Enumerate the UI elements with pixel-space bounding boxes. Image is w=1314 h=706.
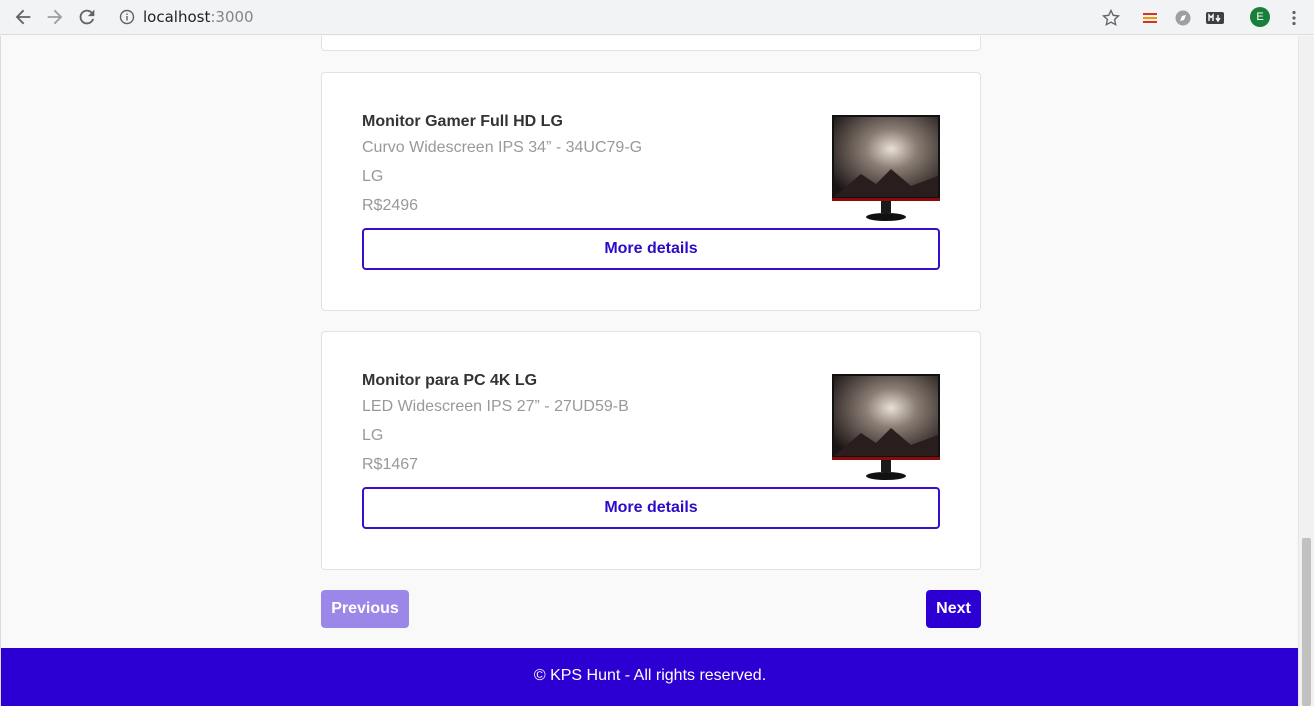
more-details-button[interactable]: More details bbox=[362, 487, 940, 529]
address-bar[interactable]: localhost:3000 bbox=[143, 8, 254, 26]
product-image bbox=[832, 374, 940, 480]
url-port: :3000 bbox=[210, 8, 254, 26]
url-host: localhost bbox=[143, 8, 211, 26]
product-card: Monitor Gamer Full HD LG Curvo Widescree… bbox=[321, 72, 981, 311]
product-price: R$1467 bbox=[362, 456, 419, 473]
product-card-partial bbox=[321, 36, 981, 51]
page-content: Monitor Gamer Full HD LG Curvo Widescree… bbox=[0, 36, 1298, 706]
product-image bbox=[832, 115, 940, 221]
info-icon[interactable] bbox=[119, 9, 135, 25]
reload-icon[interactable] bbox=[76, 6, 98, 28]
previous-button[interactable]: Previous bbox=[321, 590, 409, 628]
browser-toolbar: localhost:3000 E bbox=[0, 0, 1314, 35]
footer: © KPS Hunt - All rights reserved. bbox=[1, 648, 1298, 706]
back-icon[interactable] bbox=[12, 6, 34, 28]
product-price: R$2496 bbox=[362, 197, 419, 214]
product-description: LED Widescreen IPS 27” - 27UD59-B bbox=[362, 398, 629, 415]
footer-copyright: © KPS Hunt - All rights reserved. bbox=[533, 667, 767, 684]
extension-sliders-icon[interactable] bbox=[1140, 8, 1160, 28]
profile-avatar[interactable]: E bbox=[1250, 7, 1270, 27]
more-details-button[interactable]: More details bbox=[362, 228, 940, 270]
product-brand: LG bbox=[362, 168, 384, 185]
product-brand: LG bbox=[362, 427, 384, 444]
product-description: Curvo Widescreen IPS 34” - 34UC79-G bbox=[362, 139, 643, 156]
product-card: Monitor para PC 4K LG LED Widescreen IPS… bbox=[321, 331, 981, 570]
forward-icon[interactable] bbox=[44, 6, 66, 28]
product-title: Monitor para PC 4K LG bbox=[362, 372, 538, 389]
markdown-extension-icon[interactable] bbox=[1205, 8, 1225, 28]
extension-compass-icon[interactable] bbox=[1173, 8, 1193, 28]
product-title: Monitor Gamer Full HD LG bbox=[362, 113, 563, 130]
next-button[interactable]: Next bbox=[926, 590, 981, 628]
scrollbar-thumb[interactable] bbox=[1302, 538, 1311, 706]
bookmark-star-icon[interactable] bbox=[1101, 8, 1121, 28]
menu-kebab-icon[interactable] bbox=[1284, 8, 1304, 28]
vertical-scrollbar[interactable] bbox=[1298, 36, 1314, 706]
